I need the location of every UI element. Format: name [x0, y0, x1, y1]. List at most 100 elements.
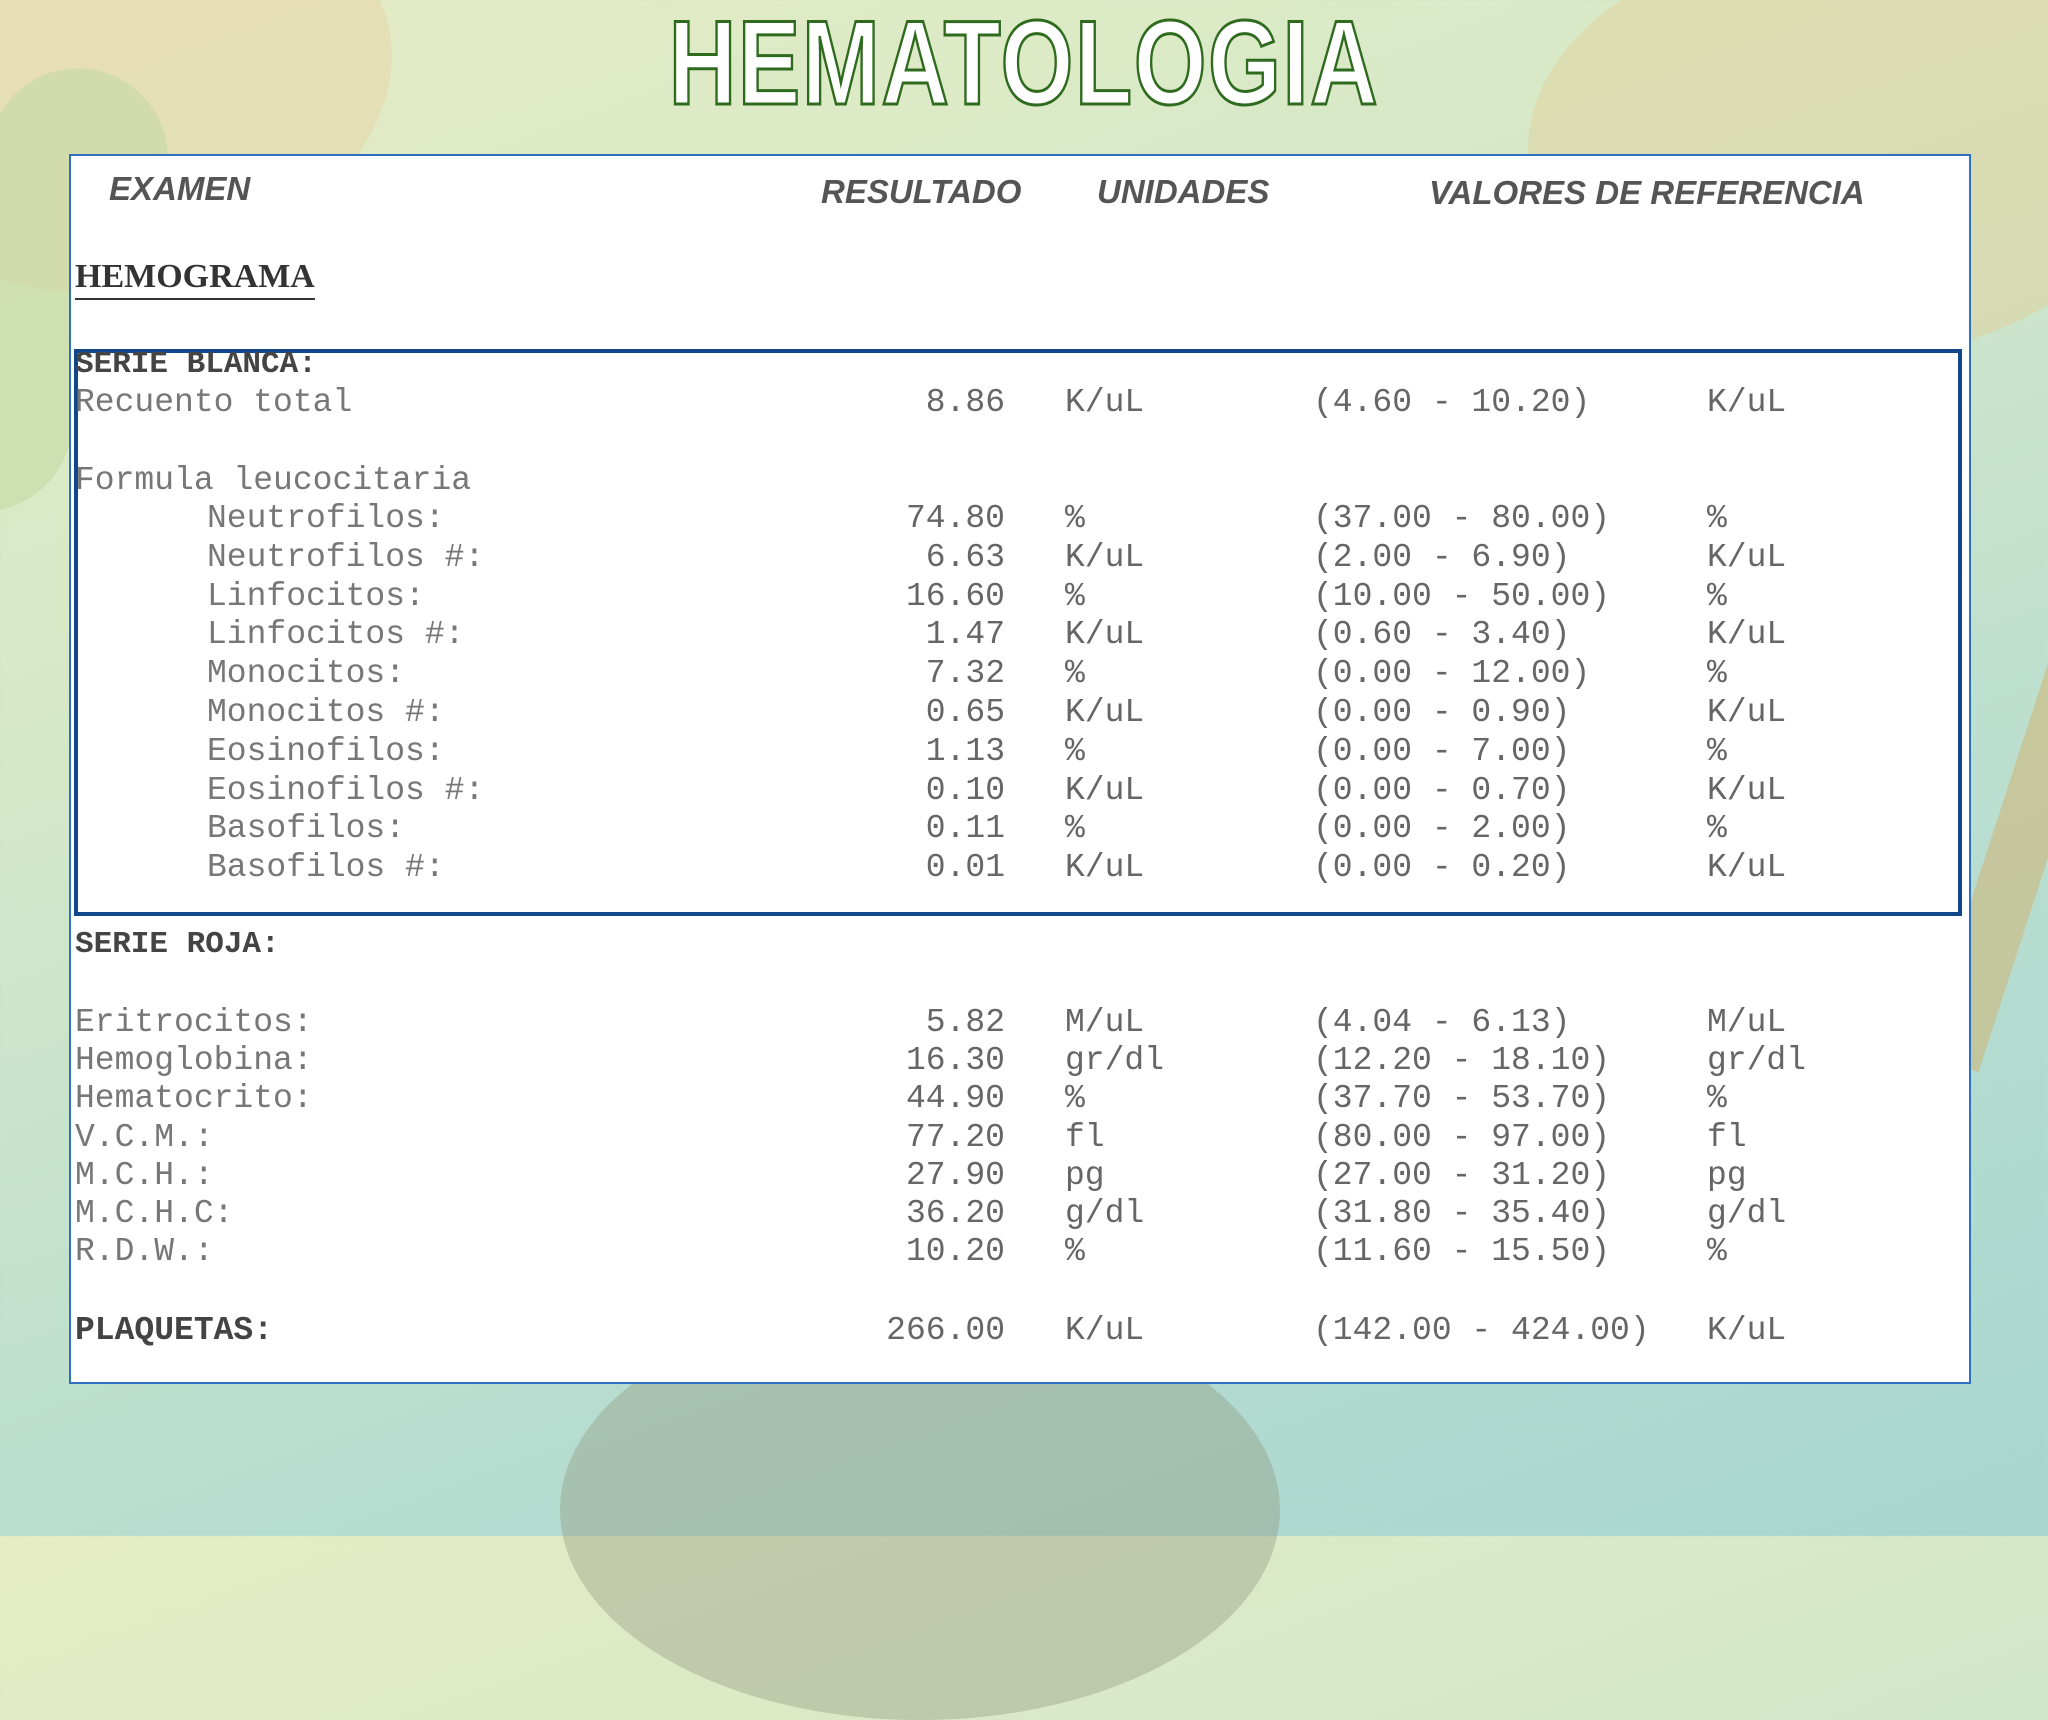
serie-blanca-label: SERIE BLANCA:: [75, 347, 317, 382]
table-row: Hemoglobina: 16.30 gr/dl (12.20 - 18.10) gr/…: [71, 1042, 1969, 1080]
row-name: Neutrofilos #:: [207, 538, 485, 576]
row-value: 16.60: [905, 577, 1005, 615]
row-name: Monocitos #:: [207, 694, 445, 731]
row-value: 27.90: [905, 1156, 1005, 1194]
row-unit: %: [1065, 810, 1085, 848]
row-reference-unit: gr/dl: [1707, 1042, 1807, 1080]
row-reference-unit: K/uL: [1707, 1312, 1787, 1349]
header-unidades: UNIDADES: [1097, 173, 1270, 210]
row-reference-unit: %: [1707, 732, 1727, 770]
row-name: Linfocitos:: [207, 577, 425, 615]
row-reference: (0.60 - 3.40): [1313, 616, 1571, 654]
row-name: Recuento total: [75, 384, 353, 421]
table-row: R.D.W.: 10.20% (11.60 - 15.50)%: [71, 1233, 1969, 1271]
row-name: Neutrofilos:: [207, 500, 445, 537]
row-unit: %: [1065, 732, 1085, 770]
row-unit: %: [1065, 500, 1085, 537]
row-name: Hemoglobina:: [75, 1042, 313, 1080]
row-name: M.C.H.:: [75, 1156, 214, 1194]
table-row: Monocitos: 7.32% (0.00 - 12.00)%: [71, 655, 1969, 693]
row-reference: (12.20 - 18.10): [1313, 1042, 1611, 1080]
row-reference-unit: %: [1707, 655, 1727, 693]
row-reference-unit: g/dl: [1707, 1195, 1787, 1232]
table-row: Neutrofilos: 74.80% (37.00 - 80.00)%: [71, 500, 1969, 538]
row-value: 1.13: [925, 732, 1005, 770]
table-row: Linfocitos: 16.60% (10.00 - 50.00)%: [71, 578, 1969, 616]
table-row: Eritrocitos: 5.82 M/uL (4.04 - 6.13) M/uL: [71, 1004, 1969, 1042]
row-value: 36.20: [905, 1195, 1005, 1232]
row-value: 6.63: [925, 538, 1005, 576]
table-row: Neutrofilos #: 6.63 K/uL (2.00 - 6.90) K/uL: [71, 539, 1969, 577]
row-name: Linfocitos #:: [207, 616, 465, 654]
row-unit: K/uL: [1065, 694, 1145, 731]
row-unit: g/dl: [1065, 1195, 1145, 1232]
table-row: PLAQUETAS: 266.00 K/uL (142.00 - 424.00)…: [71, 1312, 1969, 1350]
row-reference-unit: K/uL: [1707, 384, 1787, 421]
row-reference: (0.00 - 0.90): [1313, 694, 1571, 731]
page-title: HEMATOLOGIA: [668, 0, 1380, 130]
row-name: V.C.M.:: [75, 1118, 214, 1156]
table-row: Basofilos: 0.11% (0.00 - 2.00)%: [71, 810, 1969, 848]
row-reference: (37.70 - 53.70): [1313, 1080, 1611, 1118]
table-row: Eosinofilos #: 0.10 K/uL (0.00 - 0.70) K/uL: [71, 772, 1969, 810]
row-reference: (11.60 - 15.50): [1313, 1233, 1611, 1271]
row-reference-unit: K/uL: [1707, 694, 1787, 731]
serie-roja-label: SERIE ROJA:: [75, 927, 280, 962]
row-unit: K/uL: [1065, 771, 1145, 809]
row-reference: (10.00 - 50.00): [1313, 577, 1611, 615]
row-reference-unit: %: [1707, 1080, 1727, 1118]
row-unit: fl: [1065, 1118, 1105, 1156]
row-reference: (27.00 - 31.20): [1313, 1156, 1611, 1194]
row-reference: (4.60 - 10.20): [1313, 384, 1591, 421]
hemograma-heading: HEMOGRAMA: [75, 258, 315, 300]
lab-report-document: EXAMEN RESULTADO UNIDADES VALORES DE REF…: [69, 154, 1971, 1384]
row-unit: gr/dl: [1065, 1042, 1165, 1080]
row-name: Monocitos:: [207, 655, 406, 693]
row-reference-unit: %: [1707, 810, 1727, 848]
table-row: Hematocrito: 44.90% (37.70 - 53.70)%: [71, 1080, 1969, 1118]
row-value: 0.01: [925, 849, 1005, 887]
table-row: M.C.H.C: 36.20 g/dl (31.80 - 35.40) g/dl: [71, 1195, 1969, 1233]
row-reference-unit: K/uL: [1707, 616, 1787, 654]
header-resultado: RESULTADO: [821, 173, 1022, 210]
header-examen: EXAMEN: [109, 170, 251, 207]
row-unit: %: [1065, 577, 1085, 615]
row-value: 0.11: [925, 810, 1005, 848]
row-value: 1.47: [925, 616, 1005, 654]
row-value: 0.10: [925, 771, 1005, 809]
row-reference-unit: M/uL: [1707, 1004, 1787, 1041]
row-unit: K/uL: [1065, 616, 1145, 654]
row-value: 44.90: [905, 1080, 1005, 1118]
row-value: 16.30: [905, 1042, 1005, 1080]
row-reference: (0.00 - 2.00): [1313, 810, 1571, 848]
row-reference: (2.00 - 6.90): [1313, 538, 1571, 576]
row-name: Basofilos #:: [207, 849, 445, 887]
row-unit: %: [1065, 1080, 1085, 1118]
row-reference: (0.00 - 0.70): [1313, 771, 1571, 809]
table-row: M.C.H.: 27.90 pg (27.00 - 31.20) pg: [71, 1157, 1969, 1195]
table-row: Basofilos #: 0.01 K/uL (0.00 - 0.20) K/uL: [71, 849, 1969, 887]
row-reference: (37.00 - 80.00): [1313, 500, 1611, 537]
row-name: Eosinofilos:: [207, 732, 445, 770]
table-row: V.C.M.: 77.20 fl (80.00 - 97.00) fl: [71, 1119, 1969, 1157]
row-reference: (80.00 - 97.00): [1313, 1118, 1611, 1156]
row-name: Eritrocitos:: [75, 1004, 313, 1041]
row-value: 266.00: [886, 1312, 1005, 1349]
row-name: Eosinofilos #:: [207, 771, 485, 809]
row-reference: (4.04 - 6.13): [1313, 1004, 1571, 1041]
row-reference-unit: %: [1707, 1233, 1727, 1271]
row-name: Hematocrito:: [75, 1080, 313, 1118]
table-row: Recuento total 8.86 K/uL (4.60 - 10.20) …: [71, 384, 1969, 422]
row-unit: %: [1065, 1233, 1085, 1271]
row-unit: K/uL: [1065, 849, 1145, 887]
row-reference-unit: %: [1707, 577, 1727, 615]
row-reference-unit: K/uL: [1707, 538, 1787, 576]
table-row: Monocitos #: 0.65 K/uL (0.00 - 0.90) K/uL: [71, 694, 1969, 732]
header-valores-referencia: VALORES DE REFERENCIA: [1429, 174, 1865, 211]
row-value: 10.20: [905, 1233, 1005, 1271]
row-unit: K/uL: [1065, 384, 1145, 421]
row-unit: M/uL: [1065, 1004, 1145, 1041]
row-reference-unit: K/uL: [1707, 849, 1787, 887]
row-value: 74.80: [905, 500, 1005, 537]
row-reference: (142.00 - 424.00): [1313, 1312, 1650, 1349]
